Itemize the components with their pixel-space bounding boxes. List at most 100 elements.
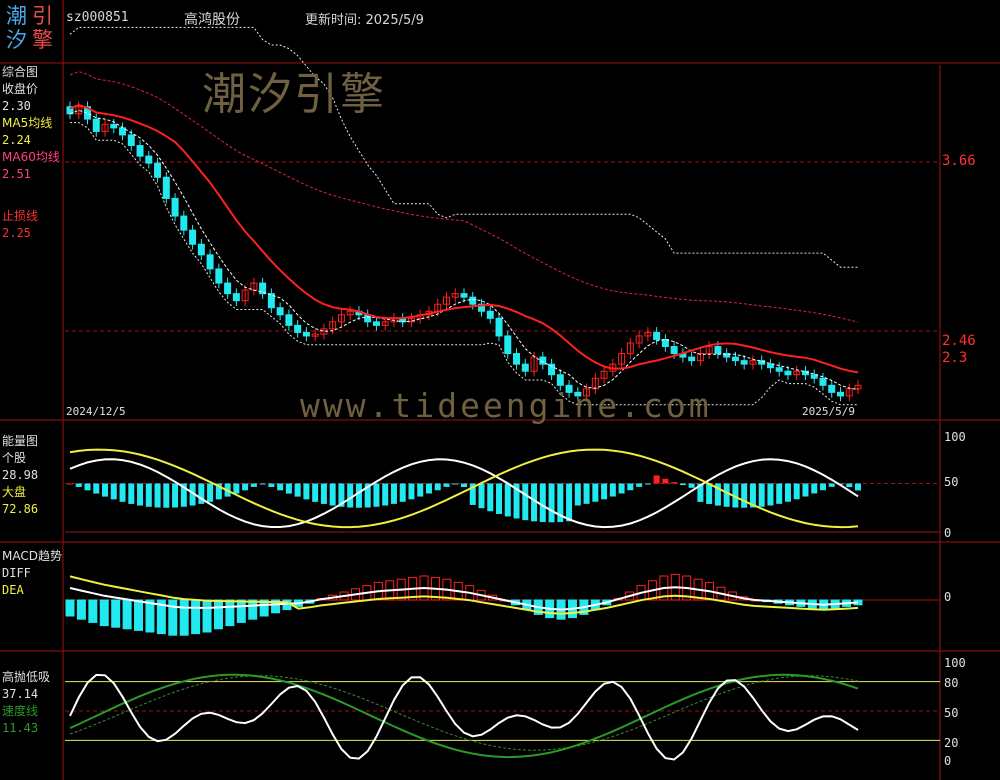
speed-label: 速度线 bbox=[2, 704, 39, 718]
candle-body bbox=[232, 293, 240, 302]
energy-bar bbox=[320, 483, 327, 504]
energy-bar bbox=[636, 483, 643, 487]
energy-bar bbox=[84, 483, 91, 491]
energy-bar bbox=[583, 483, 590, 504]
macd-bar bbox=[248, 599, 258, 620]
panel2-legend: 能量图 个股 28.98 大盘 72.86 bbox=[2, 433, 38, 518]
energy-bar bbox=[452, 483, 459, 485]
energy-bar bbox=[688, 483, 695, 488]
dea-label: DEA bbox=[2, 583, 24, 597]
ma60-value: 2.51 bbox=[2, 167, 31, 181]
candle-body bbox=[110, 123, 118, 129]
energy-bar bbox=[128, 483, 135, 504]
macd-bar bbox=[179, 599, 189, 636]
energy-bar bbox=[819, 483, 826, 491]
close-value: 2.30 bbox=[2, 99, 31, 113]
candle-body bbox=[206, 254, 214, 270]
energy-bar bbox=[653, 475, 660, 484]
candle-body bbox=[294, 324, 302, 333]
energy-bar bbox=[461, 483, 467, 488]
energy-bar bbox=[574, 483, 581, 506]
candle-body bbox=[171, 197, 179, 217]
candle-body bbox=[285, 314, 293, 326]
candle-body bbox=[119, 127, 127, 136]
panel1-legend: 综合图 收盘价 2.30 MA5均线 2.24 MA60均线 2.51 止损线 … bbox=[2, 64, 60, 242]
osc-tick-0: 0 bbox=[944, 754, 952, 768]
candle-body bbox=[469, 296, 477, 305]
date-end: 2025/5/9 bbox=[802, 405, 855, 418]
macd-bar bbox=[122, 599, 132, 630]
market-energy-line bbox=[69, 448, 859, 529]
energy-tick-0: 0 bbox=[944, 526, 952, 540]
energy-bar bbox=[627, 483, 634, 491]
candle-body bbox=[180, 215, 188, 231]
energy-bar bbox=[592, 483, 599, 502]
macd-bar bbox=[236, 599, 246, 623]
date-start: 2024/12/5 bbox=[66, 405, 126, 418]
energy-bar bbox=[776, 483, 783, 504]
lower-band-line bbox=[70, 122, 858, 406]
energy-bar bbox=[723, 483, 730, 507]
stock-energy-line bbox=[69, 458, 859, 529]
energy-bar bbox=[277, 483, 284, 491]
energy-bar bbox=[145, 483, 152, 507]
price-tick-3: 2.3 bbox=[942, 350, 968, 366]
ma60-label: MA60均线 bbox=[2, 150, 60, 164]
market-energy-label: 大盘 bbox=[2, 485, 27, 499]
candle-body bbox=[197, 243, 205, 256]
energy-bar bbox=[522, 483, 529, 521]
energy-bar bbox=[539, 483, 546, 523]
macd-bar bbox=[111, 599, 121, 628]
candle-body bbox=[539, 356, 547, 365]
energy-bar bbox=[609, 483, 616, 497]
candle-body bbox=[276, 307, 284, 316]
macd-bar bbox=[134, 599, 144, 631]
energy-bar bbox=[548, 483, 555, 523]
energy-bar bbox=[75, 483, 82, 487]
candle-body bbox=[653, 331, 661, 340]
macd-bar bbox=[213, 599, 223, 630]
energy-bar bbox=[644, 483, 651, 485]
energy-bar bbox=[93, 483, 100, 494]
macd-bar bbox=[99, 599, 109, 627]
stock-energy-value: 28.98 bbox=[2, 468, 39, 482]
candle-body bbox=[810, 374, 818, 379]
candle-body bbox=[784, 370, 792, 376]
energy-bar bbox=[347, 483, 354, 508]
ma5-value: 2.24 bbox=[2, 133, 31, 147]
candle-body bbox=[162, 176, 170, 199]
energy-bar bbox=[846, 483, 853, 488]
speed-value: 11.43 bbox=[2, 721, 39, 735]
candle-body bbox=[145, 155, 153, 164]
candle-body bbox=[224, 282, 232, 295]
energy-bar bbox=[268, 483, 275, 487]
macd-bar bbox=[225, 599, 235, 627]
panel4-title: 高抛低吸 bbox=[2, 670, 51, 684]
macd-bar bbox=[76, 599, 86, 620]
energy-bar bbox=[154, 483, 161, 508]
candle-body bbox=[127, 134, 135, 147]
energy-bar bbox=[496, 483, 503, 514]
energy-bar bbox=[285, 483, 292, 494]
ma5-line bbox=[69, 109, 859, 390]
energy-bar bbox=[811, 483, 818, 494]
osc-tick-100: 100 bbox=[944, 656, 966, 670]
candle-body bbox=[154, 162, 162, 178]
candle-body bbox=[714, 346, 722, 355]
macd-bar bbox=[145, 599, 155, 633]
energy-bar bbox=[741, 483, 748, 508]
energy-bar bbox=[303, 483, 310, 500]
energy-bar bbox=[802, 483, 809, 497]
energy-bar bbox=[355, 483, 362, 508]
energy-bar bbox=[102, 483, 109, 497]
energy-bar bbox=[758, 483, 765, 507]
energy-bar bbox=[259, 483, 266, 485]
energy-bar bbox=[233, 483, 240, 494]
macd-bar bbox=[65, 599, 75, 617]
candle-body bbox=[486, 310, 494, 319]
candle-body bbox=[302, 331, 310, 337]
energy-bar bbox=[601, 483, 608, 500]
candle-body bbox=[92, 118, 100, 132]
panel1-title: 综合图 bbox=[2, 65, 39, 79]
panel3-legend: MACD趋势 DIFF DEA bbox=[2, 548, 62, 599]
